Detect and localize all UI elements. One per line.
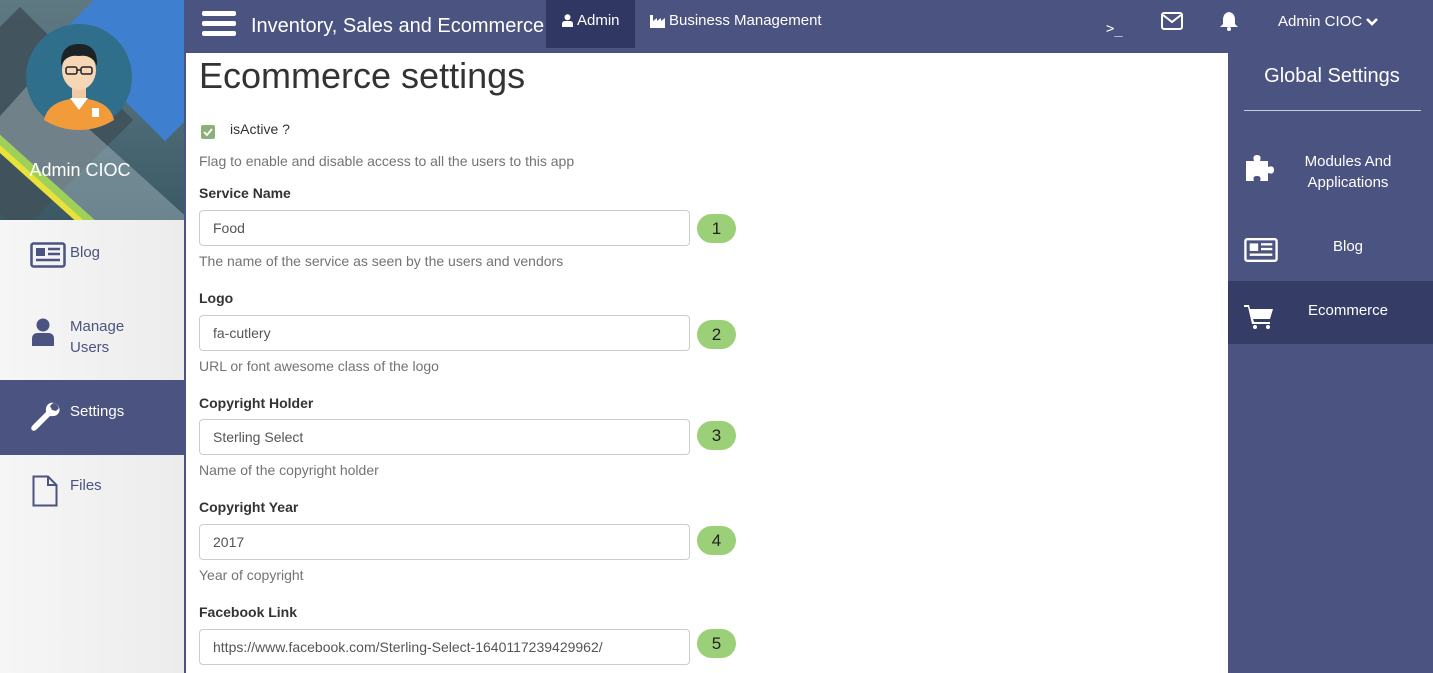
global-item-ecommerce[interactable]: Ecommerce xyxy=(1228,281,1433,344)
logo-help: URL or font awesome class of the logo xyxy=(199,358,439,374)
tab-label: Admin xyxy=(577,12,620,29)
main-content: Ecommerce settings isActive ? Flag to en… xyxy=(186,53,1228,673)
step-badge: 2 xyxy=(697,320,736,349)
newspaper-icon xyxy=(30,242,66,268)
logo-label: Logo xyxy=(199,290,234,306)
copyright-holder-help: Name of the copyright holder xyxy=(199,462,379,478)
sidebar-item-label: Settings xyxy=(70,403,125,420)
copyright-year-help: Year of copyright xyxy=(199,567,304,583)
facebook-link-label: Facebook Link xyxy=(199,604,298,620)
sidebar-item-files[interactable]: Files xyxy=(0,455,184,530)
cart-icon xyxy=(1244,305,1273,329)
copyright-year-input[interactable] xyxy=(199,524,690,560)
sidebar-item-label: Files xyxy=(70,477,102,494)
avatar[interactable] xyxy=(26,24,132,130)
global-item-label: Ecommerce xyxy=(1307,302,1389,319)
logo-input[interactable] xyxy=(199,315,690,351)
user-menu-label: Admin CIOC xyxy=(1278,13,1363,30)
factory-icon xyxy=(650,14,665,28)
step-badge: 1 xyxy=(697,214,736,243)
bell-icon[interactable] xyxy=(1219,11,1239,31)
copyright-holder-label: Copyright Holder xyxy=(199,395,314,411)
global-settings-title: Global Settings xyxy=(1264,65,1400,87)
global-item-blog[interactable]: Blog xyxy=(1228,219,1433,281)
profile-name: Admin CIOC xyxy=(29,160,131,180)
chevron-down-icon xyxy=(1366,18,1379,26)
puzzle-icon xyxy=(1246,155,1274,181)
step-badge: 5 xyxy=(697,629,736,658)
divider xyxy=(1244,110,1421,111)
tab-label: Business Management xyxy=(669,12,822,29)
newspaper-icon xyxy=(1244,237,1278,263)
copyright-holder-input[interactable] xyxy=(199,419,690,455)
user-menu[interactable]: Admin CIOC xyxy=(1278,13,1379,30)
is-active-label: isActive ? xyxy=(230,121,290,137)
is-active-checkbox[interactable] xyxy=(201,125,215,139)
service-name-label: Service Name xyxy=(199,185,291,201)
sidebar-item-settings[interactable]: Settings xyxy=(0,380,184,455)
service-name-input[interactable] xyxy=(199,210,690,246)
global-item-modules[interactable]: Modules And Applications xyxy=(1228,139,1433,219)
profile-card: Admin CIOC xyxy=(0,0,184,220)
top-navbar: Inventory, Sales and Ecommerce Admin Bus… xyxy=(186,0,1433,53)
step-badge: 4 xyxy=(697,526,736,555)
sidebar-item-label: Blog xyxy=(70,244,101,261)
left-sidebar: Admin CIOC Blog Manage Users Settings Fi… xyxy=(0,0,186,673)
step-badge: 3 xyxy=(697,421,736,450)
service-name-help: The name of the service as seen by the u… xyxy=(199,253,564,269)
check-icon xyxy=(203,128,213,137)
sidebar-item-manage-users[interactable]: Manage Users xyxy=(0,300,184,380)
terminal-icon[interactable]: >_ xyxy=(1106,21,1123,37)
hamburger-icon[interactable] xyxy=(202,11,236,41)
page-title: Ecommerce settings xyxy=(199,55,526,96)
tab-business-management[interactable]: Business Management xyxy=(650,12,822,29)
sidebar-item-blog[interactable]: Blog xyxy=(0,222,184,300)
global-item-label: Modules And Applications xyxy=(1304,153,1392,191)
file-icon xyxy=(32,475,58,507)
user-icon xyxy=(32,318,54,346)
is-active-help: Flag to enable and disable access to all… xyxy=(199,153,575,169)
tab-admin[interactable]: Admin xyxy=(546,0,635,48)
right-sidebar: Global Settings Modules And Applications… xyxy=(1228,53,1433,673)
wrench-icon xyxy=(31,402,60,431)
facebook-link-input[interactable] xyxy=(199,629,690,665)
user-icon xyxy=(562,14,573,27)
sidebar-item-label: Manage Users xyxy=(70,318,125,356)
global-item-label: Blog xyxy=(1332,238,1364,255)
app-title[interactable]: Inventory, Sales and Ecommerce xyxy=(251,15,544,38)
copyright-year-label: Copyright Year xyxy=(199,499,299,515)
mail-icon[interactable] xyxy=(1161,12,1183,30)
